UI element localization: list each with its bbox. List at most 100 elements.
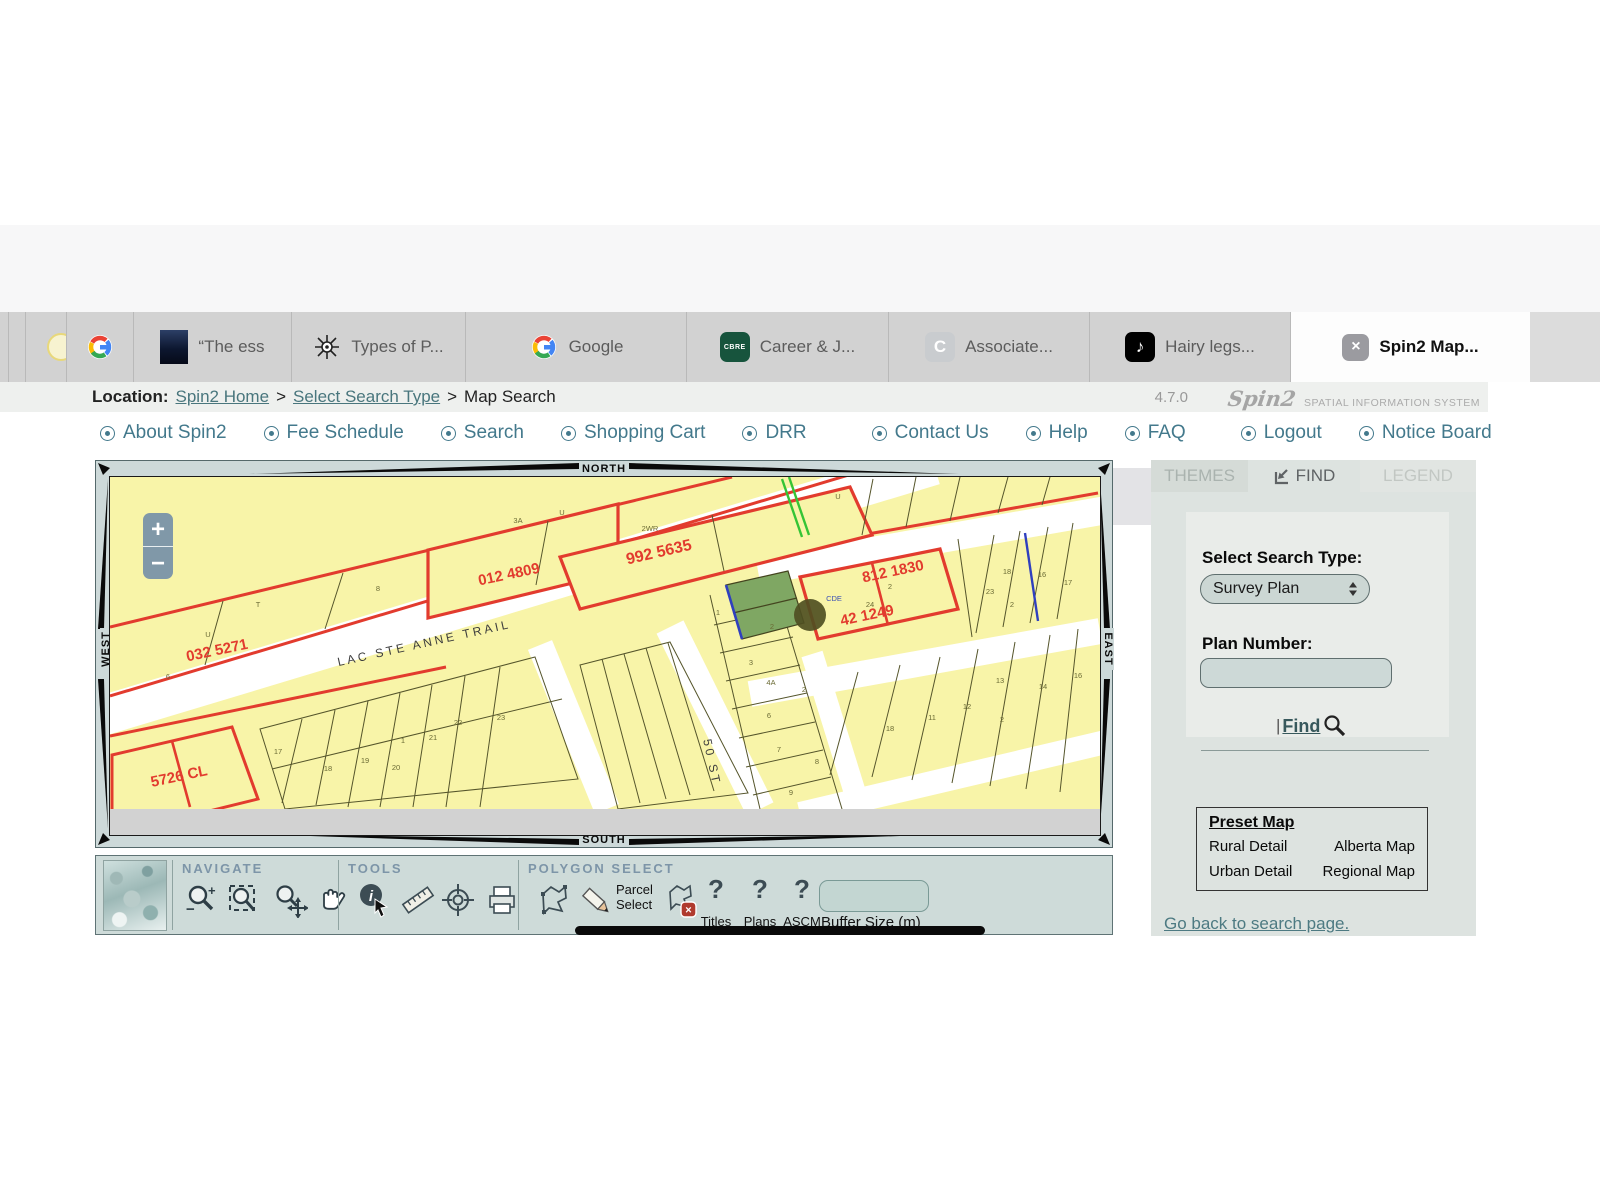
- preset-urban-detail[interactable]: Urban Detail: [1209, 863, 1309, 880]
- lot-number: 1: [401, 736, 405, 745]
- nav-search[interactable]: Search: [441, 422, 524, 444]
- zoom-out-button[interactable]: −: [143, 547, 173, 579]
- question-mark-icon: ?: [698, 874, 734, 904]
- nav-label: FAQ: [1148, 422, 1186, 444]
- zoom-window-tool-button[interactable]: [226, 882, 262, 918]
- tab-find[interactable]: FIND: [1248, 460, 1360, 492]
- titles-query-button[interactable]: ?: [698, 874, 734, 910]
- lot-number: CDE: [826, 594, 842, 603]
- go-back-link[interactable]: Go back to search page.: [1164, 914, 1349, 934]
- tab-partial[interactable]: [26, 312, 67, 382]
- photo-favicon: [160, 330, 188, 364]
- buffer-size-input[interactable]: [819, 880, 929, 912]
- lot-number: 17: [274, 747, 282, 756]
- clear-selection-tool-button[interactable]: ×: [664, 882, 700, 918]
- breadcrumb-link-home[interactable]: Spin2 Home: [176, 387, 270, 407]
- nav-help[interactable]: Help: [1026, 422, 1088, 444]
- tab-bar-filler: [1530, 312, 1600, 382]
- preset-regional-map[interactable]: Regional Map: [1315, 863, 1415, 880]
- cbre-favicon: CBRE: [720, 332, 750, 362]
- nav-about-spin2[interactable]: About Spin2: [100, 422, 227, 444]
- nav-fee-schedule[interactable]: Fee Schedule: [264, 422, 404, 444]
- map-frame: NORTH SOUTH WEST EAST: [95, 460, 1113, 848]
- pan-tool-button[interactable]: [314, 882, 350, 918]
- page: AA Not Secure — alta.registries.gov.ab.c…: [0, 0, 1600, 1200]
- nav-faq[interactable]: FAQ: [1125, 422, 1186, 444]
- tab-themes[interactable]: THEMES: [1151, 460, 1248, 492]
- center-tool-button[interactable]: [440, 882, 476, 918]
- nav-label: Notice Board: [1382, 422, 1492, 444]
- nav-notice-board[interactable]: Notice Board: [1359, 422, 1492, 444]
- polygon-select-tool-button[interactable]: [536, 882, 572, 918]
- google-favicon: [85, 332, 115, 362]
- compass-north-label: NORTH: [579, 463, 629, 475]
- print-tool-button[interactable]: [484, 882, 520, 918]
- zoom-in-button[interactable]: +: [143, 513, 173, 547]
- lot-number: 3: [749, 658, 753, 667]
- lot-number: 9: [789, 788, 793, 797]
- find-button[interactable]: | Find: [1276, 714, 1346, 738]
- lot-number: 12: [963, 702, 971, 711]
- corner-mark-icon: [1098, 463, 1110, 475]
- zoom-extent-icon: [272, 882, 308, 918]
- nav-contact-us[interactable]: Contact Us: [872, 422, 989, 444]
- tab-partial[interactable]: [0, 312, 9, 382]
- panel-tabs: THEMES FIND LEGEND: [1151, 460, 1476, 492]
- close-tab-icon[interactable]: ×: [1342, 334, 1369, 361]
- tab-hairy-legs[interactable]: ♪ Hairy legs...: [1090, 312, 1291, 382]
- tab-the-ess[interactable]: “The ess: [134, 312, 292, 382]
- tab-spin2-map-active[interactable]: × Spin2 Map...: [1291, 312, 1530, 382]
- compass-west[interactable]: WEST: [97, 461, 109, 847]
- west-wedge-top-icon: [97, 479, 109, 629]
- nav-drr[interactable]: DRR: [742, 422, 806, 444]
- tab-types-of-p[interactable]: Types of P...: [292, 312, 466, 382]
- radio-bullet-icon: [561, 426, 576, 441]
- radio-bullet-icon: [1241, 426, 1256, 441]
- svg-text:?: ?: [708, 874, 724, 904]
- plans-query-button[interactable]: ?: [742, 874, 778, 910]
- nav-label: About Spin2: [123, 422, 227, 444]
- nav-shopping-cart[interactable]: Shopping Cart: [561, 422, 705, 444]
- breadcrumb: Location: Spin2 Home > Select Search Typ…: [92, 387, 556, 407]
- tab-google[interactable]: Google: [466, 312, 687, 382]
- ruler-icon: [400, 882, 436, 918]
- identify-tool-button[interactable]: i: [356, 882, 392, 918]
- svg-text:−: −: [186, 901, 195, 918]
- preset-alberta-map[interactable]: Alberta Map: [1315, 838, 1415, 855]
- zoom-in-tool-button[interactable]: + −: [184, 882, 220, 918]
- plan-number-input[interactable]: [1200, 658, 1392, 688]
- tab-partial[interactable]: [9, 312, 26, 382]
- lot-number: U: [559, 508, 564, 517]
- map-canvas[interactable]: 992 5635 012 4809 812 1830 42 1249 032 5…: [109, 476, 1101, 836]
- radio-bullet-icon: [1026, 426, 1041, 441]
- tab-label: Google: [569, 337, 624, 357]
- compass-north[interactable]: NORTH: [96, 462, 1112, 475]
- lot-number: 18: [1003, 567, 1011, 576]
- site-nav: About Spin2 Fee Schedule Search Shopping…: [0, 412, 1600, 454]
- parcel-select-tool-button[interactable]: [580, 882, 616, 918]
- preset-rural-detail[interactable]: Rural Detail: [1209, 838, 1309, 855]
- nav-logout[interactable]: Logout: [1241, 422, 1322, 444]
- search-type-label: Select Search Type:: [1202, 548, 1362, 568]
- zoom-extent-tool-button[interactable]: [272, 882, 308, 918]
- nav-label: Logout: [1264, 422, 1322, 444]
- tab-associate[interactable]: C Associate...: [889, 312, 1090, 382]
- breadcrumb-link-search-type[interactable]: Select Search Type: [293, 387, 440, 407]
- lot-number: 24: [866, 600, 874, 609]
- horizontal-scrollbar[interactable]: [575, 926, 985, 935]
- tab-bar: “The ess Types of P...: [0, 312, 1600, 382]
- search-type-select[interactable]: Survey Plan: [1200, 574, 1370, 604]
- lot-number: 22: [454, 718, 462, 727]
- lot-number: 18: [324, 764, 332, 773]
- overview-thumbnail[interactable]: [103, 860, 167, 931]
- lot-number: T: [256, 600, 261, 609]
- nav-label: Fee Schedule: [287, 422, 404, 444]
- tab-legend[interactable]: LEGEND: [1360, 460, 1476, 492]
- measure-tool-button[interactable]: [400, 882, 436, 918]
- spin2-logo: Spin2 SPATIAL INFORMATION SYSTEM: [1228, 382, 1480, 416]
- radio-bullet-icon: [1359, 426, 1374, 441]
- ascm-query-button[interactable]: ?: [784, 874, 820, 910]
- lot-number: 21: [429, 733, 437, 742]
- tab-partial-google[interactable]: [67, 312, 134, 382]
- tab-career[interactable]: CBRE Career & J...: [687, 312, 889, 382]
